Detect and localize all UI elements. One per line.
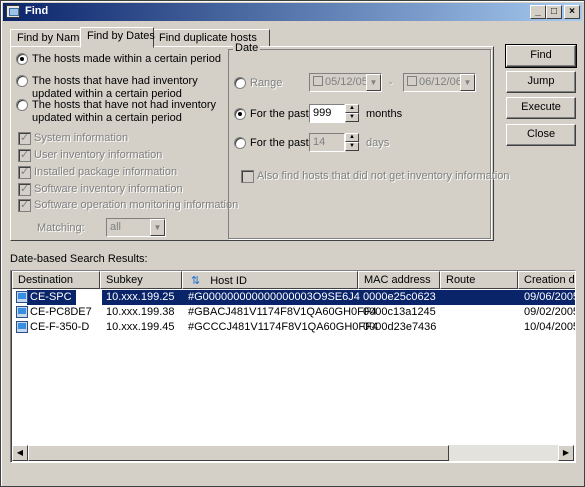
scroll-right-icon[interactable]: ▶ [558,445,574,461]
range-from-check-icon [313,76,323,86]
range-from-value: 05/12/05 [325,76,368,88]
find-button[interactable]: Find [505,44,577,68]
app-icon [6,5,20,18]
range-from-field[interactable]: 05/12/05 ▼ [309,73,382,92]
software-operation-checkbox[interactable] [18,198,31,212]
execute-button[interactable]: Execute [506,97,576,119]
also-find-hosts-label: Also find hosts that did not get invento… [257,170,510,182]
user-inventory-label: User inventory information [34,149,163,161]
made-within-period-radio[interactable] [16,53,28,65]
sort-arrows-icon: ⇅ [191,274,201,287]
host-id-cell: #G000000000000000003O9SE6J4 [188,291,360,303]
days-spinner[interactable]: ▲ ▼ [345,133,359,152]
column-host-id-label: Host ID [210,275,247,287]
close-window-button[interactable]: × [564,5,580,19]
created-cell: 09/06/2005 [524,291,576,303]
system-information-checkbox[interactable] [18,131,31,145]
host-id-cell: #GCCCJ481V1174F8V1QA60GH0FF4 [188,321,378,333]
date-group-title: Date [233,42,261,54]
installed-package-checkbox[interactable] [18,165,31,179]
not-had-inventory-label-line2: updated within a certain period [32,112,182,124]
mac-cell: 0000d23e7436 [363,321,437,333]
results-label: Date-based Search Results: [10,253,148,265]
column-route[interactable]: Route [440,271,518,289]
spin-down-icon[interactable]: ▼ [345,142,359,151]
column-mac-address[interactable]: MAC address [358,271,440,289]
installed-package-label: Installed package information [34,166,178,178]
subkey-cell: 10.xxx.199.38 [106,306,175,318]
subkey-cell: 10.xxx.199.25 [106,291,175,303]
destination-cell: CE-PC8DE7 [30,306,92,318]
chevron-down-icon[interactable]: ▼ [366,74,381,91]
column-subkey[interactable]: Subkey [100,271,182,289]
host-id-cell: #GBACJ481V1174F8V1QA60GH0FF4 [188,306,377,318]
range-separator: - [389,77,393,89]
minimize-button[interactable]: _ [530,5,546,19]
tab-find-by-dates[interactable]: Find by Dates [80,27,155,48]
spin-up-icon[interactable]: ▲ [345,133,359,142]
user-inventory-checkbox[interactable] [18,148,31,162]
destination-cell: CE-F-350-D [30,321,90,333]
spin-up-icon[interactable]: ▲ [345,104,359,113]
days-input[interactable]: 14 [309,133,345,152]
column-destination[interactable]: Destination [12,271,100,289]
for-past-months-radio[interactable] [234,108,246,120]
made-within-period-label: The hosts made within a certain period [32,53,221,65]
close-button[interactable]: Close [506,124,576,146]
had-inventory-label-line1: The hosts that have had inventory [32,75,198,87]
find-window: Find _ □ × Find by Name Find by Dates Fi… [0,0,585,487]
software-inventory-checkbox[interactable] [18,182,31,196]
computer-icon [16,306,28,318]
subkey-cell: 10.xxx.199.45 [106,321,175,333]
software-operation-label: Software operation monitoring informatio… [34,199,239,211]
for-past-days-label: For the past [250,137,309,149]
months-unit-label: months [366,108,403,120]
for-past-days-radio[interactable] [234,137,246,149]
months-input[interactable]: 999 [309,104,345,123]
title-bar[interactable]: Find _ □ × [3,3,582,21]
matching-dropdown[interactable]: all ▼ [106,218,166,237]
days-unit-label: days [366,137,390,149]
scroll-thumb[interactable] [28,445,449,461]
computer-icon [16,291,28,303]
chevron-down-icon[interactable]: ▼ [150,219,165,236]
jump-button[interactable]: Jump [506,71,576,93]
tab-find-by-name[interactable]: Find by Name [10,29,85,47]
chevron-down-icon[interactable]: ▼ [460,74,475,91]
also-find-hosts-checkbox[interactable] [241,170,254,183]
matching-value: all [110,221,122,233]
column-host-id[interactable]: ⇅ Host ID [182,271,358,289]
horizontal-scrollbar[interactable]: ◀ ▶ [12,445,574,461]
maximize-button[interactable]: □ [546,5,562,19]
range-to-value: 06/12/06 [419,76,462,88]
column-creation-date[interactable]: Creation da [518,271,575,289]
window-title: Find [25,5,49,17]
range-to-field[interactable]: 06/12/06 ▼ [403,73,476,92]
scroll-left-icon[interactable]: ◀ [12,445,28,461]
table-row[interactable]: CE-SPC 10.xxx.199.25 #G00000000000000000… [12,290,576,305]
results-list[interactable]: Destination Subkey ⇅ Host ID MAC address … [10,270,576,463]
software-inventory-label: Software inventory information [34,183,183,195]
range-label: Range [250,77,283,89]
for-past-months-label: For the past [250,108,309,120]
not-had-inventory-updated-radio[interactable] [16,99,28,111]
range-radio[interactable] [234,77,246,89]
spin-down-icon[interactable]: ▼ [345,113,359,122]
computer-icon [16,321,28,333]
had-inventory-updated-radio[interactable] [16,75,28,87]
mac-cell: 0000e25c0623 [363,291,436,303]
mac-cell: 0000c13a1245 [363,306,436,318]
created-cell: 09/02/2005 [524,306,576,318]
table-row[interactable]: CE-PC8DE7 10.xxx.199.38 #GBACJ481V1174F8… [12,305,576,320]
destination-cell: CE-SPC [30,291,72,303]
table-row[interactable]: CE-F-350-D 10.xxx.199.45 #GCCCJ481V1174F… [12,320,576,335]
months-spinner[interactable]: ▲ ▼ [345,104,359,123]
not-had-inventory-label-line1: The hosts that have not had inventory [32,99,217,111]
system-information-label: System information [34,132,129,144]
matching-label: Matching: [37,222,85,234]
range-to-check-icon [407,76,417,86]
created-cell: 10/04/2005 [524,321,576,333]
